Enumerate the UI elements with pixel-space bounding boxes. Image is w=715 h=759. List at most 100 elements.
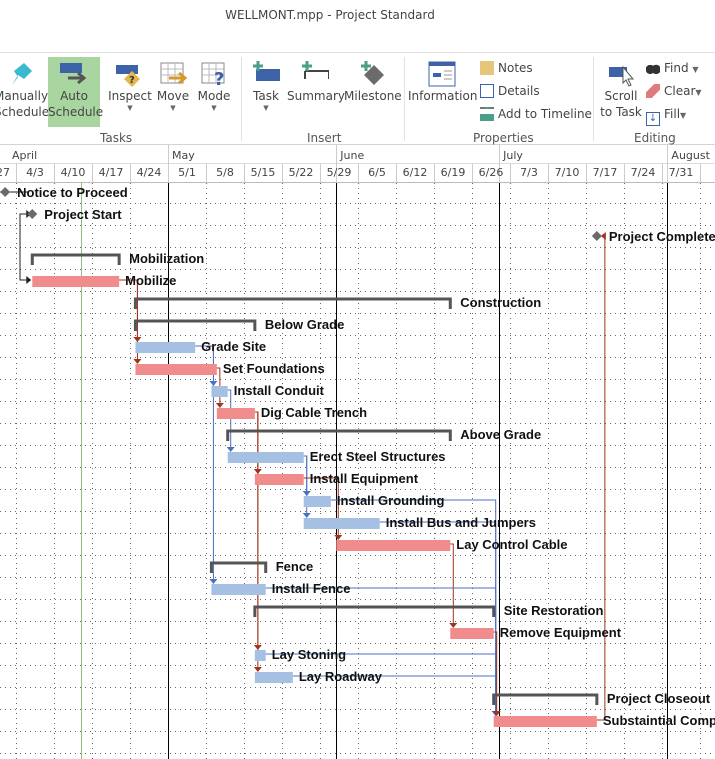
task-label: Fence: [276, 559, 314, 574]
task-button[interactable]: Task ▼: [248, 57, 284, 127]
task-bar[interactable]: [254, 650, 266, 661]
task-bar[interactable]: [211, 386, 228, 397]
chevron-down-icon: ▼: [127, 104, 133, 112]
task-bar[interactable]: [254, 474, 304, 485]
timescale-week: 5/29: [326, 166, 352, 179]
insert-milestone-icon: [358, 61, 386, 85]
mode-icon: ?: [200, 61, 228, 90]
manually-schedule-button[interactable]: ManuallySchedule: [0, 57, 49, 127]
task-label: Notice to Proceed: [17, 185, 128, 200]
task-label: Set Foundations: [223, 361, 325, 376]
find-button[interactable]: Find ▼: [646, 58, 699, 78]
timescale-week: 4/24: [136, 166, 162, 179]
task-bar[interactable]: [135, 342, 196, 353]
timescale-week: 6/19: [440, 166, 466, 179]
dependency-link: [254, 411, 259, 669]
scroll-to-task-button[interactable]: Scroll to Task: [598, 57, 644, 127]
chevron-down-icon: ▼: [170, 104, 176, 112]
task-bar[interactable]: [135, 364, 217, 375]
move-button[interactable]: Move ▼: [154, 57, 192, 127]
notes-icon: [480, 61, 494, 75]
summary-bar[interactable]: [133, 297, 452, 309]
timescale-week: 6/26: [478, 166, 504, 179]
insert-summary-icon: [301, 61, 330, 85]
divider: [404, 57, 405, 141]
task-label: Lay Stoning: [272, 647, 346, 662]
task-bar[interactable]: [216, 408, 255, 419]
svg-text:?: ?: [214, 69, 224, 87]
window-title: WELLMONT.mpp - Project Standard: [225, 8, 435, 22]
task-label: Lay Roadway: [299, 669, 383, 684]
timescale-week: 8: [700, 166, 715, 179]
task-bar[interactable]: [336, 540, 451, 551]
milestone-diamond[interactable]: [27, 209, 38, 219]
chevron-down-icon: ▼: [263, 104, 269, 112]
timescale-week: 5/22: [288, 166, 314, 179]
summary-bar[interactable]: [133, 319, 257, 331]
task-label: Lay Control Cable: [456, 537, 567, 552]
divider: [593, 57, 594, 141]
binoculars-icon: [646, 61, 660, 75]
chevron-down-icon: ▼: [680, 111, 687, 120]
task-label: Grade Site: [201, 339, 266, 354]
task-bar[interactable]: [32, 276, 120, 287]
milestone-diamond[interactable]: [591, 231, 602, 241]
timescale-month: April: [12, 149, 38, 162]
timescale-week: 7/3: [520, 166, 538, 179]
summary-bar[interactable]: [253, 605, 496, 617]
milestone-button[interactable]: Milestone: [344, 57, 402, 127]
task-label: Install Grounding: [337, 493, 445, 508]
mode-button[interactable]: ? Mode ▼: [194, 57, 234, 127]
task-label: Substaintial Comp: [603, 713, 715, 728]
fill-button[interactable]: ↓ Fill▼: [646, 104, 687, 126]
timescale-month: May: [172, 149, 195, 162]
task-bar[interactable]: [227, 452, 304, 463]
timescale-week: 5/1: [178, 166, 196, 179]
task-bar[interactable]: [303, 518, 380, 529]
inspect-button[interactable]: ? Inspect ▼: [108, 57, 152, 127]
information-button[interactable]: Information: [408, 57, 477, 127]
timescale-week: 6/12: [402, 166, 428, 179]
group-label-insert: Insert: [307, 131, 342, 145]
move-icon: [159, 61, 188, 85]
timescale-week: 4/17: [98, 166, 124, 179]
task-label: Mobilize: [125, 273, 176, 288]
task-bar[interactable]: [493, 716, 597, 727]
timescale-week: 4/3: [26, 166, 44, 179]
link-arrow-icon: [209, 579, 218, 584]
timescale-week: 5/8: [216, 166, 234, 179]
dependency-link: [596, 235, 606, 721]
link-arrow-icon: [133, 359, 142, 364]
task-label: Install Fence: [272, 581, 351, 596]
svg-text:?: ?: [129, 75, 135, 86]
task-bar[interactable]: [254, 672, 293, 683]
timescale: April May June July August 27 4/3 4/10 4/17 4/24 5…: [0, 145, 715, 183]
timescale-week: 7/24: [630, 166, 656, 179]
timeline-icon: [480, 107, 494, 121]
milestone-diamond[interactable]: [0, 187, 11, 197]
timescale-month: June: [340, 149, 365, 162]
information-icon: [428, 61, 456, 87]
task-bar[interactable]: [450, 628, 494, 639]
task-bar[interactable]: [303, 496, 331, 507]
task-label: Dig Cable Trench: [261, 405, 367, 420]
summary-bar[interactable]: [492, 693, 599, 705]
gantt-chart[interactable]: Notice to Proceed Project Start Project Co…: [0, 183, 715, 759]
task-label: Above Grade: [460, 427, 541, 442]
task-label: Below Grade: [265, 317, 344, 332]
add-to-timeline-button[interactable]: Add to Timeline: [480, 104, 592, 124]
timescale-month: August: [671, 149, 710, 162]
timescale-week: 6/5: [368, 166, 386, 179]
summary-button[interactable]: Summary: [287, 57, 345, 127]
dependency-link: [450, 543, 454, 625]
details-button[interactable]: Details: [480, 81, 540, 101]
summary-bar[interactable]: [30, 253, 121, 265]
task-label: Install Bus and Jumpers: [386, 515, 536, 530]
summary-bar[interactable]: [226, 429, 452, 441]
auto-schedule-button[interactable]: Auto Schedule: [48, 57, 103, 127]
group-label-properties: Properties: [473, 131, 534, 145]
task-bar[interactable]: [211, 584, 266, 595]
clear-button[interactable]: Clear▼: [646, 81, 702, 101]
notes-button[interactable]: Notes: [480, 58, 533, 78]
scroll-to-task-icon: [607, 61, 635, 87]
